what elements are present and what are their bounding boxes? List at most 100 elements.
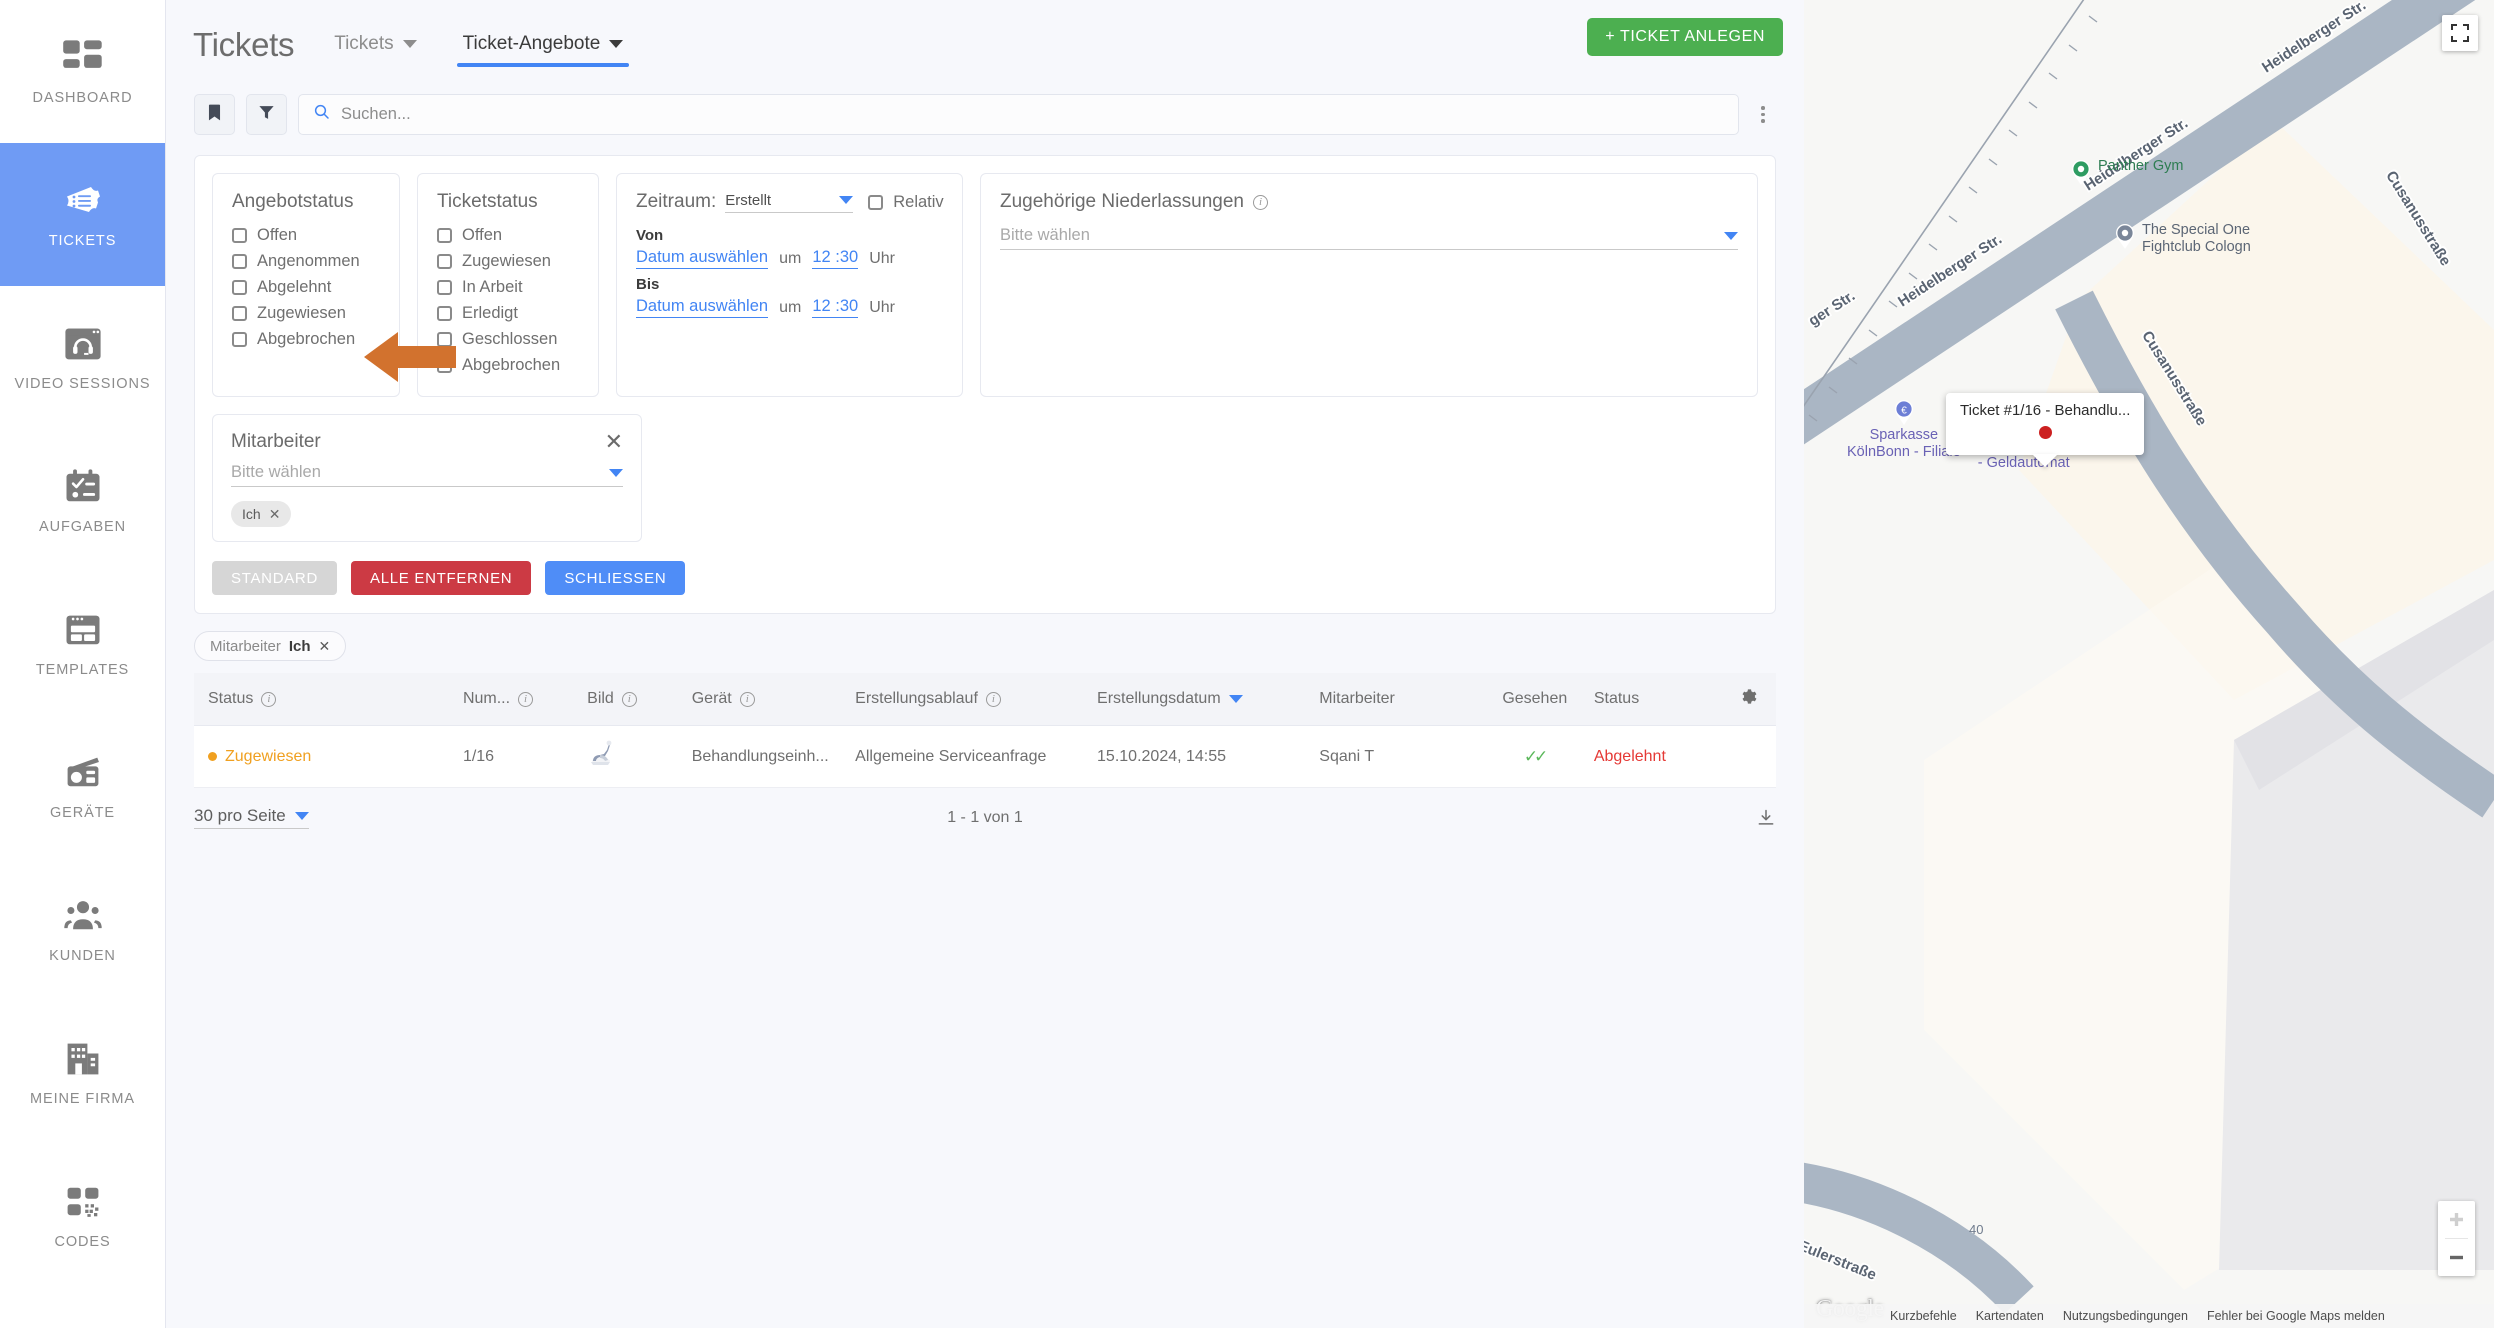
map-link-nutzungsbedingungen[interactable]: Nutzungsbedingungen xyxy=(2063,1309,2188,1323)
checkbox-box xyxy=(232,332,247,347)
bis-date-picker[interactable]: Datum auswählen xyxy=(636,297,769,318)
info-icon[interactable]: i xyxy=(261,691,277,707)
map-link-kartendaten[interactable]: Kartendaten xyxy=(1976,1309,2044,1323)
checkbox-angebot-offen[interactable]: Offen xyxy=(232,226,380,245)
checkbox-ticket-geschlossen[interactable]: Geschlossen xyxy=(437,330,579,349)
map-link-fehler-melden[interactable]: Fehler bei Google Maps melden xyxy=(2207,1309,2385,1323)
filter-button[interactable] xyxy=(246,94,287,135)
map-link-kurzbefehle[interactable]: Kurzbefehle xyxy=(1890,1309,1957,1323)
column-header-bild[interactable]: Bild i xyxy=(573,673,678,726)
von-time-input[interactable]: 12 :30 xyxy=(812,248,859,269)
sidebar-item-kunden[interactable]: KUNDEN xyxy=(0,858,165,1001)
column-header-erstellungsablauf[interactable]: Erstellungsablauf i xyxy=(841,673,1084,726)
download-icon[interactable] xyxy=(1756,808,1776,828)
column-header-status-ticket[interactable]: Status i xyxy=(194,673,449,726)
checkbox-ticket-erledigt[interactable]: Erledigt xyxy=(437,304,579,323)
app-root: DASHBOARD TICKETS VIDEO SESSIONS AUFGABE… xyxy=(0,0,2494,1328)
checkbox-label: Abgebrochen xyxy=(257,330,356,348)
poi-sparkasse-filiale[interactable]: € Sparkasse KölnBonn - Filiale xyxy=(1847,398,1961,460)
close-icon[interactable]: ✕ xyxy=(605,431,623,453)
sidebar-item-geraete[interactable]: GERÄTE xyxy=(0,715,165,858)
info-icon[interactable]: i xyxy=(518,691,534,707)
main-sidebar: DASHBOARD TICKETS VIDEO SESSIONS AUFGABE… xyxy=(0,0,166,1328)
zoom-out-button[interactable] xyxy=(2438,1239,2475,1276)
checkbox-ticket-abgebrochen[interactable]: Abgebrochen xyxy=(437,356,579,375)
map-panel[interactable]: ger Str. Heidelberger Str. Heidelberger … xyxy=(1804,0,2494,1328)
map-pin-icon: € xyxy=(1893,398,1915,426)
remove-icon[interactable]: ✕ xyxy=(269,506,281,523)
tab-tickets[interactable]: Tickets xyxy=(328,23,422,67)
checkbox-angebot-zugewiesen[interactable]: Zugewiesen xyxy=(232,304,380,323)
von-date-picker[interactable]: Datum auswählen xyxy=(636,248,769,269)
checkbox-angebot-angenommen[interactable]: Angenommen xyxy=(232,252,380,271)
mitarbeiter-title: Mitarbeiter xyxy=(231,431,321,452)
cell-erstellungsdatum: 15.10.2024, 14:55 xyxy=(1083,725,1306,788)
checkbox-angebot-abgelehnt[interactable]: Abgelehnt xyxy=(232,278,380,297)
checkbox-ticket-in-arbeit[interactable]: In Arbeit xyxy=(437,278,579,297)
sidebar-item-label: MEINE FIRMA xyxy=(30,1090,135,1107)
info-icon[interactable]: i xyxy=(1253,194,1268,210)
status-badge: Abgelehnt xyxy=(1593,747,1666,765)
standard-button[interactable]: STANDARD xyxy=(212,561,337,595)
bookmark-button[interactable] xyxy=(194,94,235,135)
sidebar-item-tickets[interactable]: TICKETS xyxy=(0,143,165,286)
sidebar-item-codes[interactable]: CODES xyxy=(0,1144,165,1287)
poi-special-one-fightclub[interactable]: The Special One Fightclub Cologn xyxy=(2114,222,2251,255)
checkbox-box xyxy=(868,194,884,210)
column-header-settings[interactable] xyxy=(1723,673,1776,726)
checkbox-label: In Arbeit xyxy=(462,278,523,296)
codes-icon xyxy=(61,1182,105,1222)
column-header-nummer[interactable]: Num... i xyxy=(448,673,574,726)
fullscreen-button[interactable] xyxy=(2442,15,2478,51)
zeitraum-select[interactable]: Erstellt xyxy=(725,192,854,213)
checkbox-box xyxy=(232,280,247,295)
search-input[interactable]: Suchen... xyxy=(298,94,1739,135)
more-options-button[interactable] xyxy=(1750,106,1776,123)
poi-label: Panther Gym xyxy=(2098,158,2184,174)
column-header-gesehen[interactable]: Gesehen xyxy=(1488,673,1580,726)
sidebar-item-meine-firma[interactable]: MEINE FIRMA xyxy=(0,1001,165,1144)
table-row[interactable]: Zugewiesen 1/16 Behandlungseinh... Allge… xyxy=(194,725,1776,788)
column-label: Status xyxy=(1593,690,1640,707)
zoom-in-button[interactable] xyxy=(2438,1201,2475,1238)
checkbox-label: Relativ xyxy=(893,192,944,211)
column-header-mitarbeiter[interactable]: Mitarbeiter xyxy=(1305,673,1489,726)
bookmark-icon xyxy=(205,103,224,127)
mitarbeiter-placeholder: Bitte wählen xyxy=(231,463,321,481)
tab-ticket-angebote[interactable]: Ticket-Angebote xyxy=(456,23,630,67)
bis-time-input[interactable]: 12 :30 xyxy=(812,297,859,318)
close-filters-button[interactable]: SCHLIESSEN xyxy=(545,561,686,595)
column-header-status-angebot[interactable]: Status xyxy=(1579,673,1724,726)
sidebar-item-video-sessions[interactable]: VIDEO SESSIONS xyxy=(0,286,165,429)
map-ticket-tooltip[interactable]: Ticket #1/16 - Behandlu... xyxy=(1946,393,2145,467)
info-icon[interactable]: i xyxy=(985,691,1001,707)
kebab-menu-icon xyxy=(1761,106,1765,110)
remove-icon[interactable]: ✕ xyxy=(319,638,331,655)
checkbox-ticket-offen[interactable]: Offen xyxy=(437,226,579,245)
mitarbeiter-select[interactable]: Bitte wählen xyxy=(231,463,623,487)
column-header-erstellungsdatum[interactable]: Erstellungsdatum xyxy=(1083,673,1306,726)
checkbox-relativ[interactable]: Relativ xyxy=(868,192,944,212)
sidebar-item-dashboard[interactable]: DASHBOARD xyxy=(0,0,165,143)
per-page-select[interactable]: 30 pro Seite xyxy=(194,806,309,829)
info-icon[interactable]: i xyxy=(621,691,637,707)
checkbox-ticket-zugewiesen[interactable]: Zugewiesen xyxy=(437,252,579,271)
checkbox-label: Zugewiesen xyxy=(462,252,551,270)
sidebar-item-templates[interactable]: TEMPLATES xyxy=(0,572,165,715)
chevron-down-icon xyxy=(839,196,854,204)
create-ticket-button[interactable]: + TICKET ANLEGEN xyxy=(1587,18,1783,56)
devices-icon xyxy=(61,753,105,793)
remove-all-button[interactable]: ALLE ENTFERNEN xyxy=(351,561,532,595)
von-row: Datum auswählen um 12 :30 Uhr xyxy=(636,248,943,269)
info-icon[interactable]: i xyxy=(739,691,755,707)
checkbox-box xyxy=(437,254,452,269)
mitarbeiter-chip[interactable]: Ich ✕ xyxy=(231,501,292,527)
device-thumbnail-icon[interactable] xyxy=(587,740,619,773)
applied-filter-chip[interactable]: Mitarbeiter Ich ✕ xyxy=(194,631,347,661)
poi-panther-gym[interactable]: Panther Gym xyxy=(2070,158,2183,186)
checkbox-angebot-abgebrochen[interactable]: Abgebrochen xyxy=(232,330,380,349)
column-header-geraet[interactable]: Gerät i xyxy=(677,673,842,726)
niederlassungen-select[interactable]: Bitte wählen xyxy=(1000,226,1738,250)
main-content: Tickets Tickets Ticket-Angebote + TICKET… xyxy=(166,0,1804,1328)
sidebar-item-aufgaben[interactable]: AUFGABEN xyxy=(0,429,165,572)
